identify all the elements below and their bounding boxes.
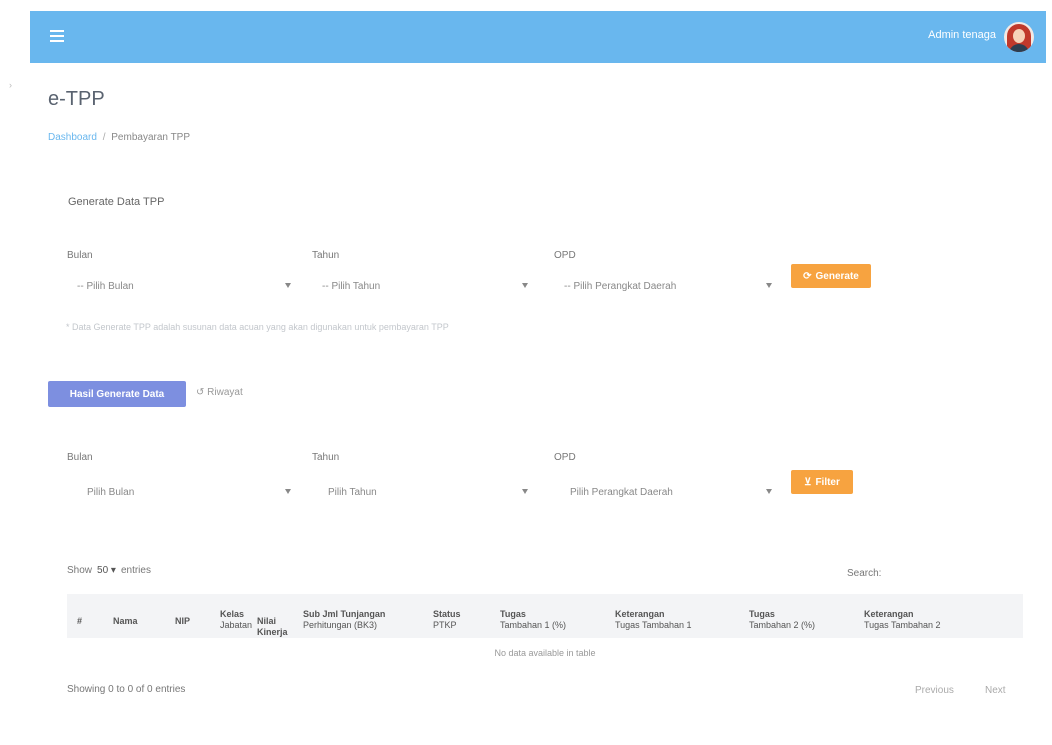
- filter-bulan-label: Bulan: [67, 452, 93, 463]
- column-header[interactable]: Kelas Jabatan: [220, 609, 252, 631]
- column-header[interactable]: NIP: [175, 616, 190, 627]
- filter-button-label: Filter: [815, 476, 840, 488]
- table-info: Showing 0 to 0 of 0 entries: [67, 684, 186, 695]
- generate-bulan-value: -- Pilih Bulan: [77, 280, 134, 292]
- entries-length-select[interactable]: 50 ▾: [97, 565, 116, 576]
- filter-bulan-value: Pilih Bulan: [87, 486, 135, 498]
- search-input[interactable]: [888, 560, 1016, 584]
- breadcrumb-home[interactable]: Dashboard: [48, 132, 97, 143]
- filter-opd-select[interactable]: Pilih Perangkat Daerah: [554, 478, 776, 506]
- entries-label: entries: [120, 565, 151, 576]
- column-header[interactable]: Keterangan Tugas Tambahan 2: [864, 609, 941, 631]
- chevron-down-icon: [522, 489, 528, 494]
- filter-button[interactable]: ⊻ Filter: [791, 470, 853, 494]
- next-button[interactable]: Next: [985, 685, 1006, 696]
- filter-icon: ⊻: [804, 476, 812, 488]
- column-header[interactable]: Nama: [113, 616, 138, 627]
- show-entries: Show 50 ▾ entries: [67, 565, 151, 576]
- column-header[interactable]: #: [77, 616, 82, 627]
- filter-opd-value: Pilih Perangkat Daerah: [570, 486, 673, 498]
- generate-tahun-label: Tahun: [312, 250, 340, 261]
- chevron-down-icon: [522, 283, 528, 288]
- generate-bulan-label: Bulan: [67, 250, 93, 261]
- avatar[interactable]: [1004, 22, 1034, 52]
- show-label: Show: [67, 565, 93, 576]
- chevron-down-icon: [285, 489, 291, 494]
- generate-tahun-select[interactable]: -- Pilih Tahun: [312, 272, 532, 300]
- search-label: Search:: [847, 568, 882, 579]
- entries-length-value: 50: [97, 565, 109, 576]
- breadcrumb-current: Pembayaran TPP: [111, 132, 191, 143]
- column-header[interactable]: Tugas Tambahan 2 (%): [749, 609, 815, 631]
- page-title: e-TPP: [48, 88, 105, 110]
- filter-tahun-value: Pilih Tahun: [328, 486, 377, 498]
- filter-tahun-select[interactable]: Pilih Tahun: [312, 478, 532, 506]
- filter-bulan-select[interactable]: Pilih Bulan: [67, 478, 295, 506]
- history-icon: ↺: [196, 387, 205, 398]
- column-header[interactable]: Sub Jml Tunjangan Perhitungan (BK3): [303, 609, 385, 631]
- filter-opd-label: OPD: [554, 452, 576, 463]
- generate-opd-label: OPD: [554, 250, 576, 261]
- chevron-down-icon: ▾: [110, 565, 116, 576]
- chevron-down-icon: [766, 283, 772, 288]
- breadcrumb: Dashboard / Pembayaran TPP: [48, 132, 190, 143]
- tab-riwayat-label: Riwayat: [207, 387, 243, 398]
- refresh-icon: ⟳: [803, 270, 812, 282]
- chevron-down-icon: [766, 489, 772, 494]
- tab-hasil-generate[interactable]: Hasil Generate Data: [48, 381, 186, 407]
- column-header[interactable]: Tugas Tambahan 1 (%): [500, 609, 566, 631]
- generate-opd-value: -- Pilih Perangkat Daerah: [564, 280, 677, 292]
- user-name[interactable]: Admin tenaga: [928, 29, 996, 41]
- chevron-down-icon: [285, 283, 291, 288]
- table-header: # Nama NIP Kelas Jabatan Nilai Kinerja Su…: [67, 594, 1023, 638]
- tab-riwayat[interactable]: ↺ Riwayat: [196, 387, 243, 398]
- generate-bulan-select[interactable]: -- Pilih Bulan: [67, 272, 295, 300]
- column-header[interactable]: Status PTKP: [433, 609, 461, 631]
- column-header[interactable]: Nilai Kinerja: [257, 616, 297, 638]
- breadcrumb-separator: /: [102, 132, 106, 143]
- generate-button-label: Generate: [815, 270, 859, 282]
- generate-section-title: Generate Data TPP: [68, 196, 165, 208]
- menu-icon[interactable]: [50, 30, 64, 42]
- generate-tahun-value: -- Pilih Tahun: [322, 280, 381, 292]
- generate-hint: * Data Generate TPP adalah susunan data …: [66, 322, 449, 332]
- table-empty-row: No data available in table: [494, 648, 596, 658]
- previous-button[interactable]: Previous: [915, 685, 954, 696]
- filter-tahun-label: Tahun: [312, 452, 340, 463]
- column-header[interactable]: Keterangan Tugas Tambahan 1: [615, 609, 692, 631]
- generate-opd-select[interactable]: -- Pilih Perangkat Daerah: [554, 272, 776, 300]
- generate-button[interactable]: ⟳ Generate: [791, 264, 871, 288]
- top-navbar: Admin tenaga: [30, 11, 1046, 63]
- sidebar-toggle-icon[interactable]: ›: [9, 80, 12, 90]
